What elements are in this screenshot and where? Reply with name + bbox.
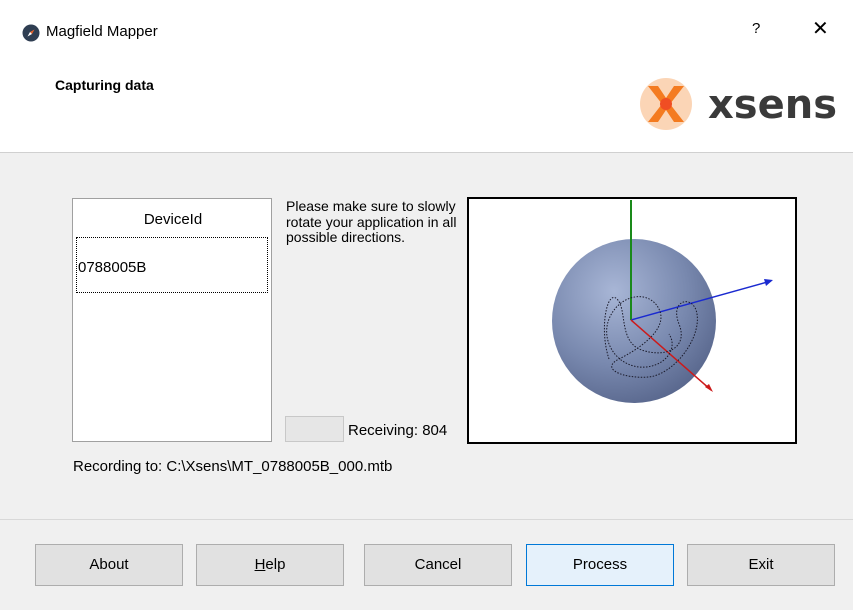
magfield-3d-view[interactable]: [467, 197, 797, 444]
process-button[interactable]: Process: [526, 544, 674, 586]
help-label: elp: [265, 556, 286, 573]
close-button[interactable]: ✕: [812, 16, 829, 41]
window-title: Magfield Mapper: [46, 23, 158, 40]
help-button[interactable]: Help: [196, 544, 344, 586]
logo-text: xsens: [708, 82, 837, 128]
rotation-instructions: Please make sure to slowly rotate your a…: [286, 198, 457, 245]
device-id-column-header[interactable]: DeviceId: [73, 211, 273, 228]
sphere: [552, 239, 716, 403]
title-bar: Magfield Mapper ? ✕: [0, 0, 853, 64]
receiving-count: Receiving: 804: [348, 422, 448, 439]
xsens-logo: xsens: [640, 78, 837, 130]
exit-button[interactable]: Exit: [687, 544, 835, 586]
footer-divider: [0, 519, 853, 520]
recording-path: Recording to: C:\Xsens\MT_0788005B_000.m…: [73, 458, 393, 475]
device-row[interactable]: 0788005B: [76, 237, 268, 293]
sphere-plot: [552, 200, 773, 403]
about-button[interactable]: About: [35, 544, 183, 586]
compass-app-icon: [22, 24, 40, 42]
help-title-button[interactable]: ?: [752, 20, 760, 37]
page-heading: Capturing data: [55, 77, 154, 93]
receiving-indicator: [285, 416, 344, 442]
axis-right-arrow: [764, 279, 773, 286]
device-table[interactable]: DeviceId 0788005B: [72, 198, 272, 442]
cancel-button[interactable]: Cancel: [364, 544, 512, 586]
help-mnemonic: H: [254, 556, 266, 573]
